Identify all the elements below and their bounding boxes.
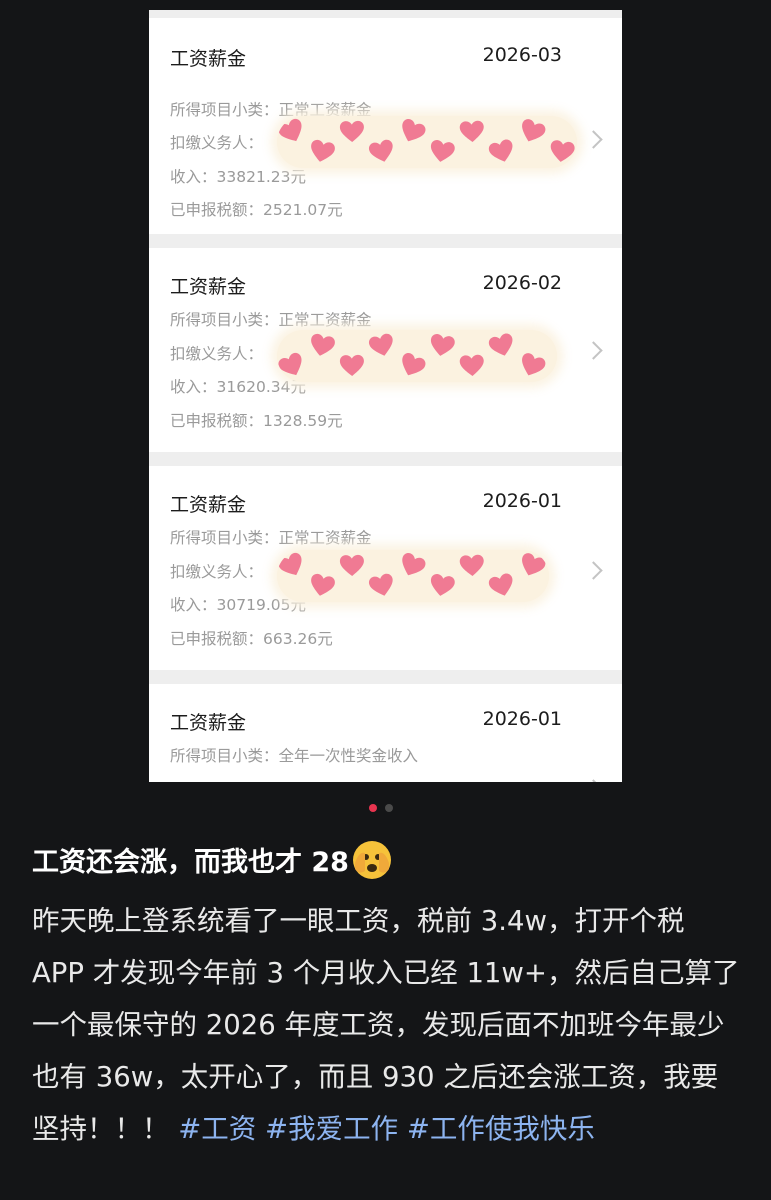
heart-icon xyxy=(307,572,337,601)
heart-icon xyxy=(427,138,457,166)
heart-icon xyxy=(366,137,397,167)
heart-icon xyxy=(339,554,365,578)
record-date: 2026-01 xyxy=(482,708,562,730)
heart-icon xyxy=(547,138,576,165)
heart-icon xyxy=(486,137,518,167)
record-date: 2026-01 xyxy=(482,490,562,512)
heart-icon xyxy=(339,354,365,378)
heart-icon xyxy=(366,331,397,361)
heart-redaction-sticker xyxy=(277,550,549,602)
tax-row: 已申报税额：663.26元 xyxy=(170,630,333,648)
heart-redaction-sticker xyxy=(277,116,577,168)
chevron-right-icon xyxy=(584,779,603,782)
payer-row: 扣缴义务人： xyxy=(170,345,264,363)
payer-row: 扣缴义务人： xyxy=(170,563,264,581)
record-title: 工资薪金 xyxy=(170,276,247,298)
post-title: 工资还会涨，而我也才 28 xyxy=(32,840,391,879)
heart-icon xyxy=(486,571,518,601)
income-row: 收入：30719.05元 xyxy=(170,596,306,614)
subcategory-row: 所得项目小类：正常工资薪金 xyxy=(170,529,372,547)
record-card[interactable]: 工资薪金 2026-02 所得项目小类：正常工资薪金 扣缴义务人： 收入：316… xyxy=(149,248,622,452)
heart-icon xyxy=(427,332,457,360)
record-card[interactable]: 工资薪金 2026-01 所得项目小类：全年一次性奖金收入 xyxy=(149,684,622,782)
post-body-text: 昨天晚上登系统看了一眼工资，税前 3.4w，打开个税 APP 才发现今年前 3 … xyxy=(32,905,740,1145)
heart-icon xyxy=(458,353,485,378)
record-title: 工资薪金 xyxy=(170,494,247,516)
hashtag-link[interactable]: #我爱工作 xyxy=(265,1113,398,1145)
hashtag-link[interactable]: #工资 xyxy=(178,1113,256,1145)
subcategory-row: 所得项目小类：全年一次性奖金收入 xyxy=(170,747,419,765)
heart-icon xyxy=(427,572,457,600)
tax-row: 已申报税额：2521.07元 xyxy=(170,201,343,219)
heart-icon xyxy=(277,550,309,582)
post-body: 昨天晚上登系统看了一眼工资，税前 3.4w，打开个税 APP 才发现今年前 3 … xyxy=(32,895,744,1155)
record-date: 2026-03 xyxy=(482,44,562,66)
heart-icon xyxy=(277,116,309,148)
chevron-right-icon xyxy=(584,341,603,360)
carousel-dot[interactable] xyxy=(385,804,393,812)
heart-icon xyxy=(516,350,549,382)
heart-icon xyxy=(307,332,337,361)
heart-icon xyxy=(307,138,337,167)
heart-icon xyxy=(395,116,428,148)
heart-icon xyxy=(458,119,485,144)
record-card[interactable]: 工资薪金 2026-01 所得项目小类：正常工资薪金 扣缴义务人： 收入：307… xyxy=(149,466,622,670)
chevron-right-icon xyxy=(584,561,603,580)
heart-icon xyxy=(516,550,549,582)
heart-icon xyxy=(486,331,518,361)
carousel-indicator[interactable] xyxy=(369,804,393,812)
heart-icon xyxy=(395,350,428,382)
heart-icon xyxy=(516,116,549,148)
hashtag-link[interactable]: #工作使我快乐 xyxy=(407,1113,595,1145)
chevron-right-icon xyxy=(584,130,603,149)
record-card[interactable]: 工资薪金 2026-03 所得项目小类：正常工资薪金 扣缴义务人： 收入：338… xyxy=(149,18,622,234)
record-title: 工资薪金 xyxy=(170,712,247,734)
heart-redaction-sticker xyxy=(277,330,557,382)
tax-row: 已申报税额：1328.59元 xyxy=(170,412,343,430)
income-row: 收入：33821.23元 xyxy=(170,168,306,186)
carousel-dot-active[interactable] xyxy=(369,804,377,812)
heart-icon xyxy=(339,120,365,144)
heart-icon xyxy=(366,571,397,601)
record-date: 2026-02 xyxy=(482,272,562,294)
heart-icon xyxy=(458,553,485,578)
heart-icon xyxy=(395,550,428,582)
screenshot-image[interactable]: 工资薪金 2026-03 所得项目小类：正常工资薪金 扣缴义务人： 收入：338… xyxy=(149,10,622,782)
payer-row: 扣缴义务人： xyxy=(170,134,264,152)
record-title: 工资薪金 xyxy=(170,48,247,70)
post-title-text: 工资还会涨，而我也才 28 xyxy=(32,847,349,878)
subcategory-row: 所得项目小类：正常工资薪金 xyxy=(170,311,372,329)
face-with-peeking-eye-icon xyxy=(352,840,391,879)
